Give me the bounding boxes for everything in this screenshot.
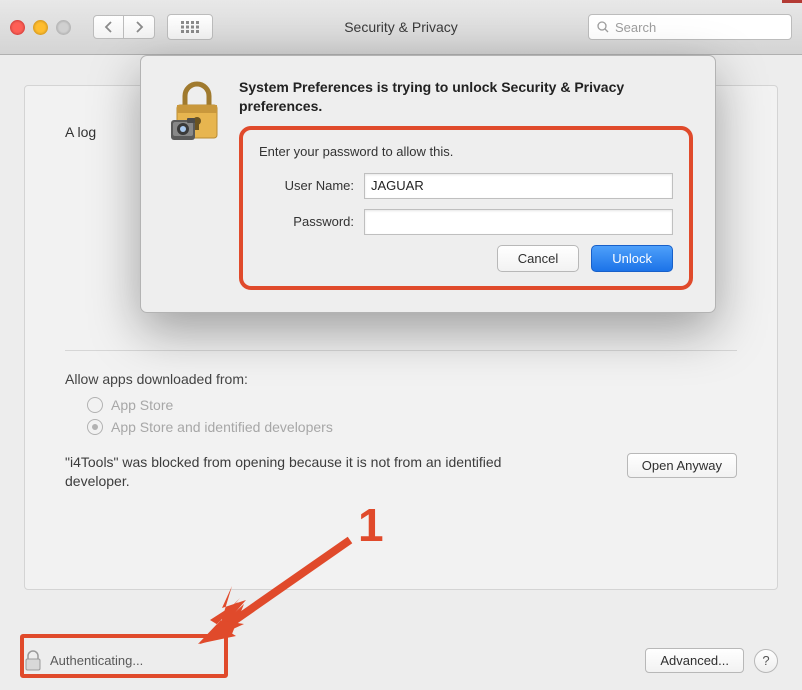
- chevron-left-icon: [104, 21, 114, 33]
- blocked-app-message: "i4Tools" was blocked from opening becau…: [65, 453, 505, 491]
- radio-label: App Store: [111, 397, 173, 413]
- search-placeholder: Search: [615, 20, 656, 35]
- dialog-prompt: Enter your password to allow this.: [259, 144, 673, 159]
- username-label: User Name:: [259, 178, 364, 193]
- auth-dialog: System Preferences is trying to unlock S…: [140, 55, 716, 313]
- password-field[interactable]: [364, 209, 673, 235]
- search-icon: [597, 21, 609, 33]
- unlock-button[interactable]: Unlock: [591, 245, 673, 272]
- password-label: Password:: [259, 214, 364, 229]
- zoom-window-button[interactable]: [56, 20, 71, 35]
- show-all-prefs-button[interactable]: [167, 14, 213, 40]
- window-traffic-lights: [10, 20, 71, 35]
- grid-icon: [181, 21, 199, 33]
- minimize-window-button[interactable]: [33, 20, 48, 35]
- red-tab-decoration: [782, 0, 802, 3]
- radio-identified-developers[interactable]: App Store and identified developers: [87, 419, 737, 435]
- allow-apps-title: Allow apps downloaded from:: [65, 371, 737, 387]
- chevron-right-icon: [134, 21, 144, 33]
- radio-icon-selected: [87, 419, 103, 435]
- annotation-number-1: 1: [358, 498, 384, 552]
- dialog-heading: System Preferences is trying to unlock S…: [239, 78, 693, 116]
- username-field[interactable]: [364, 173, 673, 199]
- radio-label: App Store and identified developers: [111, 419, 333, 435]
- back-button[interactable]: [93, 15, 124, 39]
- open-anyway-button[interactable]: Open Anyway: [627, 453, 737, 478]
- forward-button[interactable]: [124, 15, 155, 39]
- advanced-button[interactable]: Advanced...: [645, 648, 744, 673]
- help-button[interactable]: ?: [754, 649, 778, 673]
- annotation-box-1: [20, 634, 228, 678]
- radio-app-store[interactable]: App Store: [87, 397, 737, 413]
- search-input[interactable]: Search: [588, 14, 792, 40]
- section-divider: [65, 350, 737, 351]
- radio-icon: [87, 397, 103, 413]
- cancel-button[interactable]: Cancel: [497, 245, 579, 272]
- annotation-form-highlight: Enter your password to allow this. User …: [239, 126, 693, 290]
- window-toolbar: Security & Privacy Search: [0, 0, 802, 55]
- lock-prefs-icon: [163, 78, 231, 146]
- close-window-button[interactable]: [10, 20, 25, 35]
